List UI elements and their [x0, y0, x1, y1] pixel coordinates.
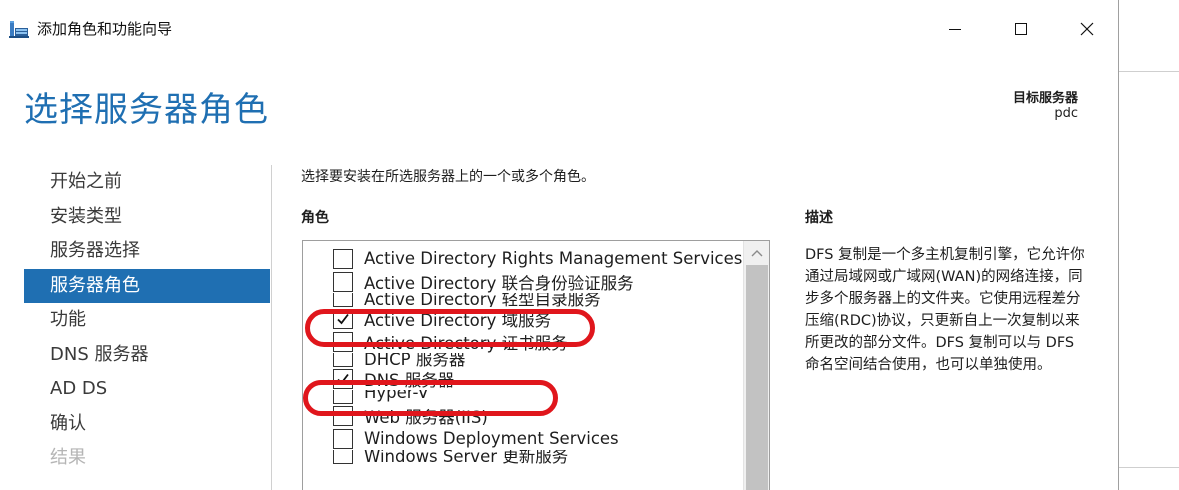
role-label: Windows Server 更新服务: [364, 450, 569, 464]
roles-list[interactable]: Active Directory Rights Management Servi…: [302, 240, 770, 490]
background-window: [1118, 0, 1179, 490]
chevron-up-icon: [751, 250, 763, 257]
background-divider: [1118, 71, 1179, 72]
role-item-wsus[interactable]: Windows Server 更新服务: [303, 450, 743, 464]
role-item-dhcp[interactable]: DHCP 服务器: [303, 353, 743, 367]
nav-item-features[interactable]: 功能: [24, 303, 270, 338]
role-label: Active Directory 联合身份验证服务: [364, 273, 634, 293]
role-label: DHCP 服务器: [364, 353, 466, 367]
role-item-ad-lds[interactable]: Active Directory 轻型目录服务: [303, 293, 743, 307]
nav-divider: [271, 165, 272, 490]
nav-item-server-roles[interactable]: 服务器角色: [24, 268, 270, 303]
roles-heading: 角色: [301, 210, 329, 226]
screen: 添加角色和功能向导 选择服务器角色 目标服务器 pdc 开始之前 安装类型 服务…: [0, 0, 1179, 490]
role-checkbox[interactable]: [333, 450, 353, 464]
roles-items: Active Directory Rights Management Servi…: [303, 247, 743, 464]
close-button[interactable]: [1054, 8, 1120, 50]
role-item-ad-rms[interactable]: Active Directory Rights Management Servi…: [303, 247, 743, 270]
nav-item-server-selection[interactable]: 服务器选择: [24, 234, 270, 269]
instruction-text: 选择要安装在所选服务器上的一个或多个角色。: [301, 169, 595, 185]
annotation-highlight: [303, 380, 558, 416]
minimize-icon: [949, 29, 961, 30]
page-title: 选择服务器角色: [24, 90, 269, 130]
scroll-thumb[interactable]: [746, 265, 768, 490]
wizard-navigation: 开始之前 安装类型 服务器选择 服务器角色 功能 DNS 服务器 AD DS 确…: [24, 165, 270, 476]
title-bar[interactable]: 添加角色和功能向导: [0, 0, 1118, 58]
maximize-button[interactable]: [988, 8, 1054, 50]
role-item-ad-fs[interactable]: Active Directory 联合身份验证服务: [303, 270, 743, 293]
background-divider: [1118, 467, 1179, 468]
role-description: DFS 复制是一个多主机复制引擎，它允许你通过局域网或广域网(WAN)的网络连接…: [805, 247, 1085, 373]
nav-item-results: 结果: [50, 447, 86, 468]
role-checkbox[interactable]: [333, 353, 353, 367]
annotation-highlight: [305, 309, 595, 347]
scroll-up-button[interactable]: [744, 241, 769, 265]
window-title: 添加角色和功能向导: [37, 20, 173, 38]
minimize-button[interactable]: [922, 8, 988, 50]
description-heading: 描述: [805, 210, 833, 226]
add-roles-wizard-window: 添加角色和功能向导 选择服务器角色 目标服务器 pdc 开始之前 安装类型 服务…: [0, 0, 1119, 490]
role-item-wds[interactable]: Windows Deployment Services: [303, 427, 743, 450]
role-checkbox[interactable]: [333, 428, 353, 449]
roles-scrollbar[interactable]: [743, 241, 769, 490]
server-manager-icon: [9, 20, 29, 38]
nav-item-confirmation[interactable]: 确认: [24, 407, 270, 442]
close-icon: [1080, 22, 1094, 36]
role-label: Active Directory Rights Management Servi…: [364, 249, 743, 268]
role-label: Windows Deployment Services: [364, 429, 619, 448]
role-checkbox[interactable]: [333, 248, 353, 269]
role-checkbox[interactable]: [333, 271, 353, 292]
nav-item-dns-server[interactable]: DNS 服务器: [24, 338, 270, 373]
target-server-value: pdc: [1054, 106, 1078, 121]
nav-item-before-you-begin[interactable]: 开始之前: [24, 165, 270, 200]
maximize-icon: [1015, 23, 1027, 35]
target-server-label: 目标服务器: [1012, 91, 1078, 106]
role-checkbox[interactable]: [333, 293, 353, 307]
nav-item-ad-ds[interactable]: AD DS: [24, 372, 270, 407]
nav-item-installation-type[interactable]: 安装类型: [24, 200, 270, 235]
role-label: Active Directory 轻型目录服务: [364, 293, 601, 307]
